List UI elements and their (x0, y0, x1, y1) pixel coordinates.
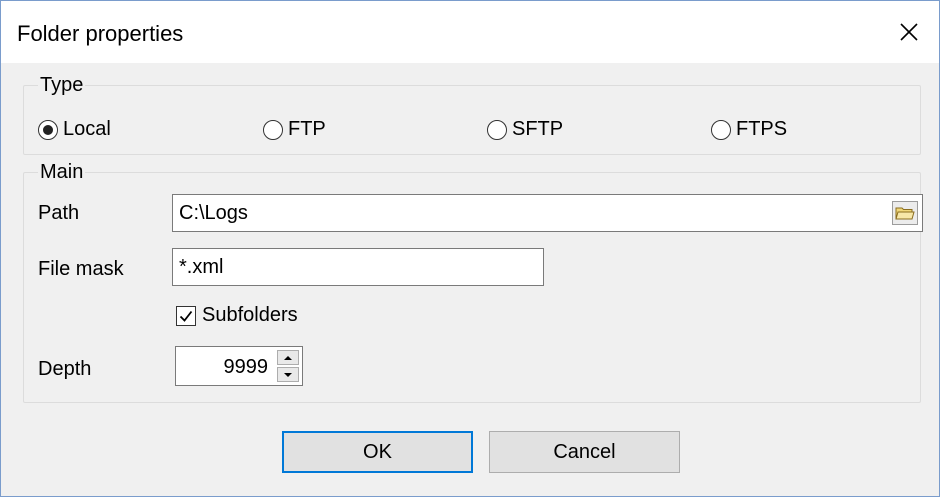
radio-sftp[interactable]: SFTP (487, 118, 563, 141)
folder-open-icon (895, 207, 915, 220)
type-group-legend: Type (40, 74, 84, 96)
subfolders-checkbox[interactable]: Subfolders (176, 304, 298, 327)
dialog-title: Folder properties (17, 21, 184, 46)
depth-spinner[interactable]: 9999 (175, 346, 303, 386)
title-bar: Folder properties (1, 1, 939, 63)
path-value: C:\Logs (179, 201, 248, 224)
radio-ftps-label: FTPS (736, 118, 788, 140)
radio-ftp-indicator (263, 119, 283, 140)
depth-value: 9999 (223, 356, 269, 378)
path-field[interactable]: C:\Logs (172, 194, 923, 232)
radio-ftp[interactable]: FTP (263, 118, 326, 141)
main-group-legend: Main (40, 161, 84, 183)
ok-button[interactable]: OK (282, 431, 473, 473)
close-button[interactable] (879, 1, 939, 63)
folder-properties-dialog: Folder properties Type Local FTP SFTP FT… (0, 0, 940, 497)
depth-label: Depth (38, 358, 92, 380)
depth-spin-down-button[interactable] (277, 367, 299, 382)
subfolders-check-box (176, 305, 196, 326)
file-mask-label: File mask (38, 258, 124, 280)
cancel-button[interactable]: Cancel (489, 431, 680, 473)
radio-local-label: Local (63, 118, 111, 140)
browse-folder-button[interactable] (892, 201, 918, 225)
radio-ftps-indicator (711, 119, 731, 140)
type-group: Type (23, 74, 921, 155)
radio-ftps[interactable]: FTPS (711, 118, 787, 141)
radio-ftp-label: FTP (288, 118, 326, 140)
radio-local-indicator (38, 119, 58, 140)
close-icon (900, 23, 918, 41)
subfolders-label: Subfolders (202, 304, 298, 326)
path-label: Path (38, 202, 80, 224)
radio-sftp-label: SFTP (512, 118, 564, 140)
depth-spin-up-button[interactable] (277, 350, 299, 365)
spin-down-icon (284, 372, 292, 377)
checkmark-icon (179, 310, 193, 322)
file-mask-value: *.xml (179, 255, 224, 278)
file-mask-field[interactable]: *.xml (172, 248, 544, 286)
spin-up-icon (284, 355, 292, 360)
radio-local[interactable]: Local (38, 118, 111, 141)
radio-sftp-indicator (487, 119, 507, 140)
